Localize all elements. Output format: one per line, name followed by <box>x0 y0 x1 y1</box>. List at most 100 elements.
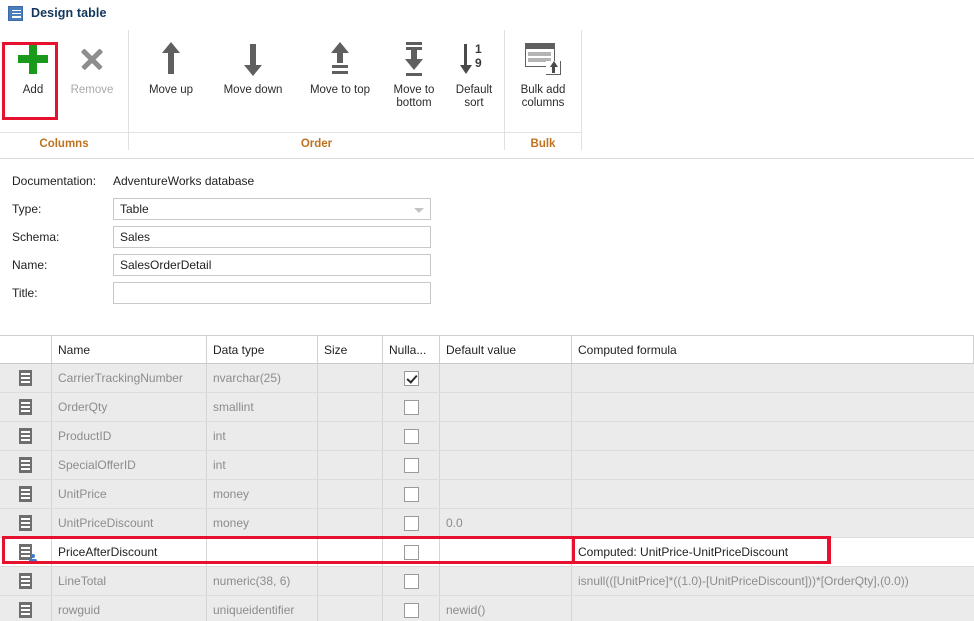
bulk-add-columns-icon <box>525 36 561 82</box>
table-row[interactable]: OrderQty smallint <box>0 393 974 422</box>
table-row[interactable]: UnitPriceDiscount money 0.0 <box>0 509 974 538</box>
header-nullable[interactable]: Nulla... <box>383 336 440 363</box>
table-row[interactable]: CarrierTrackingNumber nvarchar(25) <box>0 364 974 393</box>
nullable-checkbox[interactable] <box>404 429 419 444</box>
header-icon-cell <box>0 336 52 363</box>
move-down-button[interactable]: Move down <box>209 32 297 97</box>
nullable-checkbox[interactable] <box>404 487 419 502</box>
default-sort-button[interactable]: 19 Default sort <box>445 32 503 110</box>
cell-default-value[interactable]: 0.0 <box>440 509 572 537</box>
nullable-checkbox[interactable] <box>404 603 419 618</box>
nullable-checkbox[interactable] <box>404 545 419 560</box>
remove-button[interactable]: Remove <box>60 32 124 97</box>
cell-nullable[interactable] <box>383 480 440 508</box>
nullable-checkbox[interactable] <box>404 400 419 415</box>
cell-computed-formula[interactable] <box>572 364 974 392</box>
cell-data-type[interactable]: nvarchar(25) <box>207 364 318 392</box>
move-to-bottom-button[interactable]: Move to bottom <box>383 32 445 110</box>
move-to-bottom-button-label: Move to bottom <box>394 84 435 110</box>
cell-computed-formula[interactable]: Computed: UnitPrice-UnitPriceDiscount <box>572 538 974 566</box>
table-row-price-after-discount[interactable]: PriceAfterDiscount Computed: UnitPrice-U… <box>0 538 974 567</box>
cell-data-type[interactable]: money <box>207 509 318 537</box>
cell-nullable[interactable] <box>383 393 440 421</box>
cell-size[interactable] <box>318 538 383 566</box>
cell-name[interactable]: CarrierTrackingNumber <box>52 364 207 392</box>
header-computed-formula[interactable]: Computed formula <box>572 336 974 363</box>
cell-data-type[interactable]: numeric(38, 6) <box>207 567 318 595</box>
cell-size[interactable] <box>318 422 383 450</box>
type-select[interactable]: Table <box>113 198 431 220</box>
header-size[interactable]: Size <box>318 336 383 363</box>
cell-name[interactable]: UnitPriceDiscount <box>52 509 207 537</box>
cell-name[interactable]: PriceAfterDiscount <box>52 538 207 566</box>
nullable-checkbox[interactable] <box>404 574 419 589</box>
ribbon-toolbar: Add Remove Columns Move <box>0 26 974 159</box>
bulk-add-columns-button-label: Bulk add columns <box>521 84 566 110</box>
cell-nullable[interactable] <box>383 596 440 621</box>
schema-input[interactable]: Sales <box>113 226 431 248</box>
cell-size[interactable] <box>318 393 383 421</box>
type-label: Type: <box>0 202 113 216</box>
cell-nullable[interactable] <box>383 509 440 537</box>
cell-name[interactable]: ProductID <box>52 422 207 450</box>
row-icon-cell <box>0 422 52 450</box>
cell-default-value[interactable] <box>440 567 572 595</box>
cell-name[interactable]: UnitPrice <box>52 480 207 508</box>
cell-computed-formula[interactable] <box>572 422 974 450</box>
cell-size[interactable] <box>318 596 383 621</box>
header-default-value[interactable]: Default value <box>440 336 572 363</box>
cell-default-value[interactable] <box>440 451 572 479</box>
cell-computed-formula[interactable] <box>572 451 974 479</box>
remove-button-label: Remove <box>71 84 114 97</box>
cell-name[interactable]: SpecialOfferID <box>52 451 207 479</box>
bulk-add-columns-button[interactable]: Bulk add columns <box>509 32 577 110</box>
header-name[interactable]: Name <box>52 336 207 363</box>
cell-size[interactable] <box>318 451 383 479</box>
documentation-label: Documentation: <box>0 174 113 188</box>
column-icon <box>19 573 32 589</box>
cell-computed-formula[interactable] <box>572 509 974 537</box>
add-button[interactable]: Add <box>6 32 60 97</box>
move-to-top-button[interactable]: Move to top <box>297 32 383 97</box>
cell-computed-formula[interactable] <box>572 480 974 508</box>
cell-name[interactable]: OrderQty <box>52 393 207 421</box>
cell-size[interactable] <box>318 480 383 508</box>
cell-computed-formula[interactable]: isnull(([UnitPrice]*((1.0)-[UnitPriceDis… <box>572 567 974 595</box>
cell-default-value[interactable] <box>440 393 572 421</box>
move-up-button[interactable]: Move up <box>133 32 209 97</box>
cell-size[interactable] <box>318 364 383 392</box>
cell-data-type[interactable]: money <box>207 480 318 508</box>
table-row[interactable]: SpecialOfferID int <box>0 451 974 480</box>
cell-default-value[interactable] <box>440 364 572 392</box>
cell-default-value[interactable] <box>440 538 572 566</box>
cell-size[interactable] <box>318 509 383 537</box>
nullable-checkbox[interactable] <box>404 371 419 386</box>
title-input[interactable] <box>113 282 431 304</box>
name-input[interactable]: SalesOrderDetail <box>113 254 431 276</box>
cell-nullable[interactable] <box>383 422 440 450</box>
cell-data-type[interactable]: int <box>207 451 318 479</box>
cell-data-type[interactable]: uniqueidentifier <box>207 596 318 621</box>
cell-data-type[interactable]: smallint <box>207 393 318 421</box>
cell-size[interactable] <box>318 567 383 595</box>
cell-default-value[interactable] <box>440 480 572 508</box>
cell-computed-formula[interactable] <box>572 393 974 421</box>
table-row[interactable]: UnitPrice money <box>0 480 974 509</box>
cell-data-type[interactable]: int <box>207 422 318 450</box>
cell-computed-formula[interactable] <box>572 596 974 621</box>
table-row[interactable]: ProductID int <box>0 422 974 451</box>
cell-default-value[interactable] <box>440 422 572 450</box>
nullable-checkbox[interactable] <box>404 516 419 531</box>
cell-nullable[interactable] <box>383 451 440 479</box>
cell-nullable[interactable] <box>383 364 440 392</box>
cell-name[interactable]: rowguid <box>52 596 207 621</box>
cell-nullable[interactable] <box>383 538 440 566</box>
header-data-type[interactable]: Data type <box>207 336 318 363</box>
table-row[interactable]: LineTotal numeric(38, 6) isnull(([UnitPr… <box>0 567 974 596</box>
cell-default-value[interactable]: newid() <box>440 596 572 621</box>
cell-nullable[interactable] <box>383 567 440 595</box>
nullable-checkbox[interactable] <box>404 458 419 473</box>
cell-data-type[interactable] <box>207 538 318 566</box>
cell-name[interactable]: LineTotal <box>52 567 207 595</box>
table-row[interactable]: rowguid uniqueidentifier newid() <box>0 596 974 621</box>
